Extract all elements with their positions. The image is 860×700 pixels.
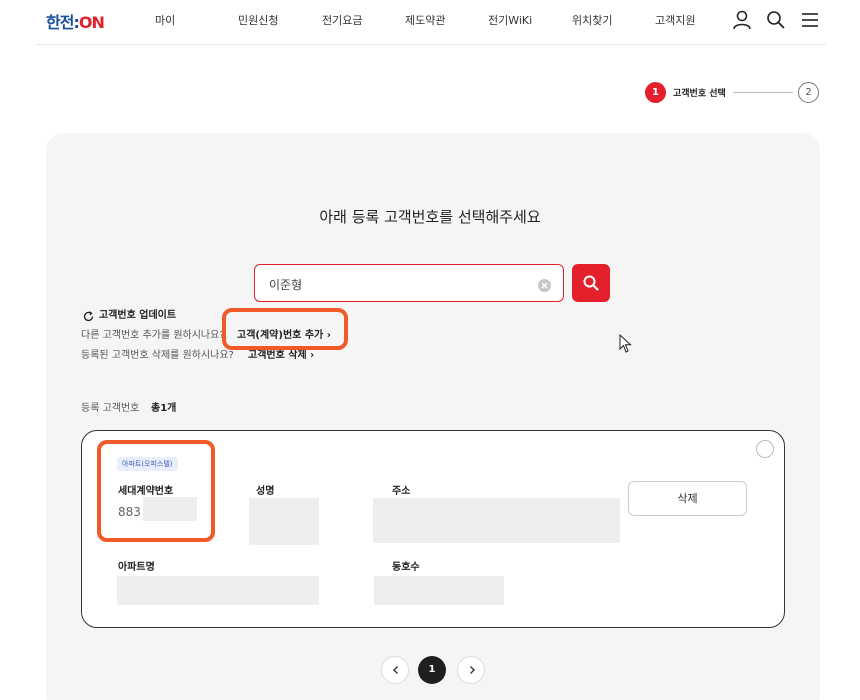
card-select-radio[interactable] — [756, 440, 774, 458]
step-2-indicator: 2 — [798, 82, 819, 103]
search-button[interactable] — [572, 264, 610, 302]
count-label: 등록 고객번호 — [81, 403, 140, 414]
step-1-label: 고객번호 선택 — [673, 89, 726, 99]
step-1-indicator: 1 — [645, 82, 666, 103]
add-prompt-text: 다른 고객번호 추가를 원하시나요? — [81, 330, 225, 341]
masked-apartment-name — [117, 576, 319, 605]
menu-icon[interactable] — [799, 9, 821, 31]
prev-page-button[interactable] — [381, 656, 409, 684]
search-icon[interactable] — [765, 9, 787, 31]
apartment-name-label: 아파트명 — [118, 562, 155, 573]
search-input[interactable]: 이준형 — [254, 264, 564, 302]
nav-item-electric-bill[interactable]: 전기요금 — [322, 12, 362, 28]
nav-item-wiki[interactable]: 전기WiKi — [488, 12, 532, 28]
logo[interactable]: 한전:ON — [46, 9, 105, 33]
nav-item-location[interactable]: 위치찾기 — [572, 12, 612, 28]
search-button-icon — [583, 275, 599, 291]
masked-address — [373, 498, 620, 543]
user-icon[interactable] — [731, 9, 753, 31]
chevron-right-icon: › — [310, 350, 315, 361]
delete-button[interactable]: 삭제 — [628, 481, 747, 516]
clear-icon[interactable] — [538, 277, 551, 292]
masked-unit-number — [374, 576, 504, 605]
delete-prompt-text: 등록된 고객번호 삭제를 원하시나요? — [81, 350, 234, 361]
next-page-button[interactable] — [457, 656, 485, 684]
highlight-box-household — [97, 440, 215, 542]
nav-item-my[interactable]: 마이 — [155, 12, 175, 28]
unit-number-label: 동호수 — [392, 562, 420, 573]
page-number-current[interactable]: 1 — [418, 656, 446, 684]
count-value: 총1개 — [151, 403, 177, 414]
logo-accent: ON — [78, 13, 105, 32]
update-customer-number-link[interactable]: 고객번호 업데이트 — [99, 306, 176, 321]
address-label: 주소 — [392, 486, 411, 497]
name-label: 성명 — [256, 486, 275, 497]
masked-name — [249, 498, 319, 545]
page-title: 아래 등록 고객번호를 선택해주세요 — [319, 208, 541, 226]
header-divider — [36, 44, 826, 45]
mouse-cursor-icon — [619, 333, 633, 358]
nav-item-policy[interactable]: 제도약관 — [405, 12, 445, 28]
logo-main: 한전: — [46, 13, 80, 32]
search-input-value: 이준형 — [269, 278, 303, 292]
nav-item-support[interactable]: 고객지원 — [655, 12, 695, 28]
highlight-box-add-link — [222, 308, 348, 350]
step-connector — [733, 92, 793, 93]
delete-customer-number-label: 고객번호 삭제 — [248, 350, 307, 361]
chevron-right-icon — [470, 666, 475, 674]
refresh-icon[interactable] — [83, 307, 94, 322]
chevron-left-icon — [393, 666, 398, 674]
site-header: 한전:ON 마이 민원신청 전기요금 제도약관 전기WiKi 위치찾기 고객지원 — [0, 0, 860, 40]
nav-item-civil-request[interactable]: 민원신청 — [238, 12, 278, 28]
